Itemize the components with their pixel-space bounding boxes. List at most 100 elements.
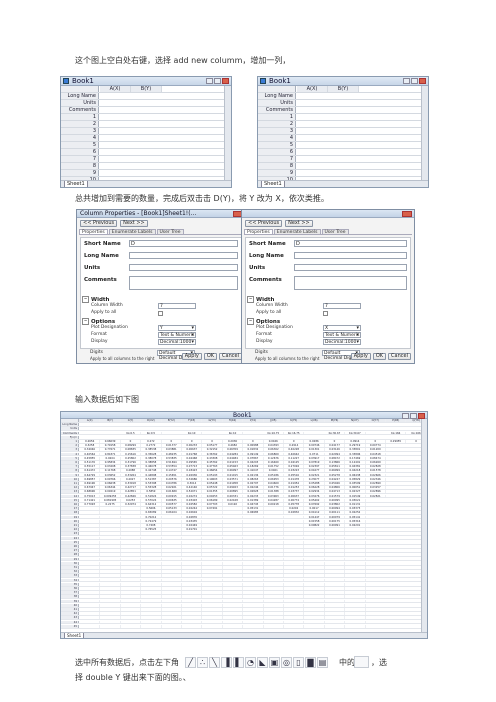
table-cell[interactable] <box>223 549 244 552</box>
table-cell[interactable]: 0.46078 <box>141 465 162 468</box>
column-header[interactable]: C(Y) <box>121 419 142 422</box>
row-number[interactable]: 7 <box>258 156 296 162</box>
table-cell[interactable] <box>304 620 325 624</box>
table-cell[interactable] <box>100 519 121 523</box>
table-cell[interactable]: 0.02327 <box>345 490 366 494</box>
table-cell[interactable] <box>141 574 162 578</box>
table-cell[interactable] <box>162 519 182 523</box>
table-cell[interactable] <box>100 524 121 527</box>
table-cell[interactable] <box>284 599 305 603</box>
row-number[interactable]: 2 <box>258 121 296 127</box>
row-number[interactable]: 4 <box>61 135 99 141</box>
table-cell[interactable] <box>121 507 142 510</box>
table-cell[interactable]: 0.02828 <box>366 465 386 468</box>
table-cell[interactable]: 0.04806 <box>325 486 346 489</box>
table-cell[interactable]: 0.06104 <box>162 511 182 515</box>
table-cell[interactable]: 0.00331 <box>223 494 244 498</box>
column-header[interactable]: K(Y5) <box>284 419 305 422</box>
row-number[interactable]: 10 <box>61 477 79 481</box>
table-cell[interactable]: 0.09923 <box>223 486 244 489</box>
table-cell[interactable] <box>100 612 121 615</box>
table-cell[interactable]: 0.00253 <box>202 494 223 498</box>
table-cell[interactable] <box>141 608 162 611</box>
table-cell[interactable] <box>100 624 121 628</box>
table-cell[interactable] <box>264 515 284 519</box>
table-cell[interactable] <box>202 540 223 544</box>
units-input[interactable] <box>129 264 238 271</box>
table-cell[interactable] <box>243 574 264 578</box>
table-cell[interactable] <box>284 608 305 611</box>
table-cell[interactable] <box>243 528 264 531</box>
table-cell[interactable]: 0.44898 <box>141 473 162 477</box>
table-cell[interactable] <box>264 536 284 540</box>
table-cell[interactable]: 0.009255 <box>100 494 121 498</box>
table-cell[interactable]: 0.01301 <box>304 448 325 452</box>
table-cell[interactable]: 0.02896 <box>366 490 386 494</box>
meta-row-label[interactable]: Units <box>61 100 99 106</box>
column-properties-dialog-left[interactable]: Column Properties - [Book1]Sheet1!(... <<… <box>76 209 246 364</box>
table-cell[interactable]: 0.02201 <box>345 524 366 527</box>
table-cell[interactable]: 0.45762 <box>202 461 223 464</box>
table-cell[interactable]: 0.01377 <box>162 444 182 447</box>
table-cell[interactable]: 0.03435 <box>182 519 203 523</box>
vertical-scrollbar[interactable] <box>421 86 428 180</box>
table-cell[interactable]: 0.07692 <box>304 503 325 506</box>
table-cell[interactable]: 0.04125 <box>284 461 305 464</box>
row-number[interactable]: 14 <box>61 494 79 497</box>
table-cell[interactable] <box>284 524 305 527</box>
comment-cell[interactable]: Kp:0.5 <box>121 431 142 435</box>
row-number[interactable]: 5 <box>258 142 296 148</box>
table-cell[interactable] <box>264 574 284 578</box>
table-cell[interactable] <box>284 519 305 523</box>
table-cell[interactable]: 0.04609 <box>264 482 284 485</box>
row-number[interactable]: 8 <box>61 163 99 169</box>
table-cell[interactable] <box>243 540 264 544</box>
table-cell[interactable] <box>100 507 121 510</box>
row-number[interactable]: 12 <box>61 486 79 489</box>
table-cell[interactable] <box>264 540 284 544</box>
table-cell[interactable]: 0.00051 <box>345 486 366 489</box>
display-select[interactable]: Decimal:1000 <box>158 339 196 345</box>
table-cell[interactable] <box>325 570 346 573</box>
table-cell[interactable]: 0.02828 <box>243 490 264 494</box>
row-number[interactable]: 34 <box>61 578 79 581</box>
table-cell[interactable] <box>325 624 346 628</box>
table-cell[interactable] <box>162 536 182 540</box>
table-cell[interactable] <box>182 624 203 628</box>
table-cell[interactable] <box>243 557 264 561</box>
table-cell[interactable]: 0.00746 <box>304 444 325 447</box>
table-cell[interactable] <box>325 545 346 548</box>
table-cell[interactable] <box>223 591 244 594</box>
table-cell[interactable] <box>100 515 121 519</box>
table-cell[interactable] <box>100 620 121 624</box>
table-cell[interactable] <box>223 570 244 573</box>
table-cell[interactable] <box>202 561 223 565</box>
table-cell[interactable] <box>121 570 142 573</box>
table-cell[interactable] <box>141 536 162 540</box>
table-cell[interactable] <box>80 549 101 552</box>
previous-button[interactable]: << Previous <box>245 220 283 227</box>
table-cell[interactable] <box>162 570 182 573</box>
table-cell[interactable] <box>284 616 305 620</box>
table-cell[interactable] <box>162 616 182 620</box>
table-cell[interactable]: 0.04277 <box>304 469 325 473</box>
table-cell[interactable]: 0.2772 <box>141 444 162 447</box>
table-cell[interactable] <box>223 620 244 624</box>
table-cell[interactable] <box>284 591 305 594</box>
table-cell[interactable] <box>80 536 101 540</box>
table-cell[interactable]: 0.03223 <box>284 469 305 473</box>
table-cell[interactable]: 0.00635 <box>162 498 182 502</box>
table-cell[interactable] <box>121 511 142 515</box>
column-header[interactable]: A(X) <box>297 86 328 92</box>
tab-2[interactable]: User Tree <box>321 229 349 235</box>
row-number[interactable]: 9 <box>61 473 79 476</box>
table-cell[interactable]: 0.00774 <box>366 444 386 447</box>
table-cell[interactable] <box>345 574 366 578</box>
table-cell[interactable]: 0.01388 <box>264 490 284 494</box>
table-cell[interactable]: 0.41047 <box>243 469 264 473</box>
table-cell[interactable] <box>121 524 142 527</box>
table-cell[interactable]: 0.14747 <box>162 469 182 473</box>
table-cell[interactable] <box>325 608 346 611</box>
table-cell[interactable] <box>304 624 325 628</box>
table-cell[interactable] <box>345 591 366 594</box>
